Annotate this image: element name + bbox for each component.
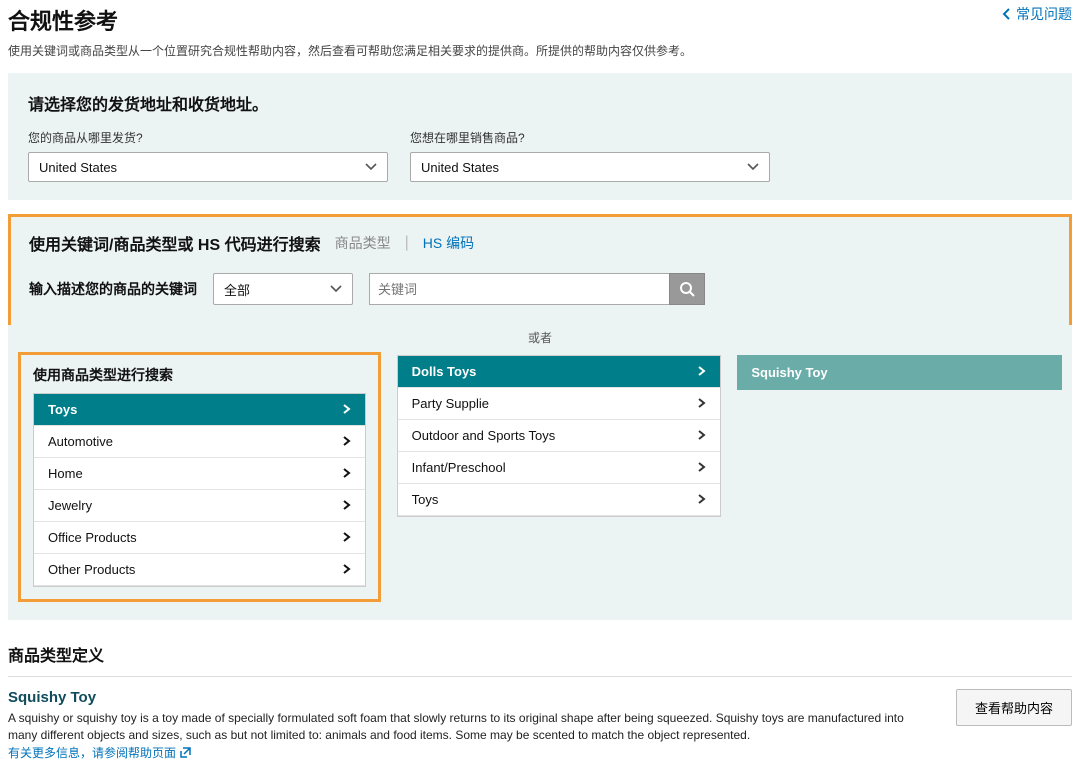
chevron-right-icon <box>343 563 351 577</box>
keyword-search-box: 使用关键词/商品类型或 HS 代码进行搜索 商品类型 | HS 编码 输入描述您… <box>8 214 1072 325</box>
search-icon <box>679 281 695 297</box>
keyword-search-title: 使用关键词/商品类型或 HS 代码进行搜索 <box>29 231 321 255</box>
list-item-label: Party Supplie <box>412 396 489 411</box>
tab-hs-code[interactable]: HS 编码 <box>423 233 474 253</box>
view-help-button[interactable]: 查看帮助内容 <box>956 689 1072 726</box>
list-item[interactable]: Infant/Preschool <box>398 452 721 484</box>
list-item[interactable]: Other Products <box>34 554 365 586</box>
page-subtitle: 使用关键词或商品类型从一个位置研究合规性帮助内容，然后查看可帮助您满足相关要求的… <box>8 42 1072 59</box>
chevron-right-icon <box>698 365 706 379</box>
chevron-right-icon <box>698 429 706 443</box>
list-item-label: Outdoor and Sports Toys <box>412 428 556 443</box>
location-panel-title: 请选择您的发货地址和收货地址。 <box>28 91 1052 115</box>
sell-to-value: United States <box>421 160 499 175</box>
browse-title: 使用商品类型进行搜索 <box>33 365 366 385</box>
chevron-right-icon <box>343 531 351 545</box>
sell-to-label: 您想在哪里销售商品? <box>410 129 770 146</box>
tab-category[interactable]: 商品类型 <box>335 233 391 253</box>
category-l1-list[interactable]: Toys Automotive Home Jewelry Office Products… <box>33 393 366 587</box>
list-item[interactable]: Office Products <box>34 522 365 554</box>
location-panel: 请选择您的发货地址和收货地址。 您的商品从哪里发货? United States… <box>8 73 1072 200</box>
more-info-label: 有关更多信息，请参阅帮助页面 <box>8 744 176 761</box>
search-panel: 使用关键词/商品类型或 HS 代码进行搜索 商品类型 | HS 编码 输入描述您… <box>8 214 1072 620</box>
list-item[interactable]: Automotive <box>34 426 365 458</box>
list-item-label: Other Products <box>48 562 135 577</box>
definition-section-title: 商品类型定义 <box>8 642 1072 666</box>
divider <box>8 676 1072 677</box>
category-browse-box: 使用商品类型进行搜索 Toys Automotive Home Jewelry Offi… <box>18 352 381 602</box>
faq-label: 常见问题 <box>1016 4 1072 24</box>
ship-from-select[interactable]: United States <box>28 152 388 182</box>
chevron-right-icon <box>698 397 706 411</box>
faq-link[interactable]: 常见问题 <box>1002 4 1072 24</box>
chevron-right-icon <box>698 493 706 507</box>
search-button[interactable] <box>669 273 705 305</box>
list-item-label: Automotive <box>48 434 113 449</box>
chevron-down-icon <box>330 285 342 293</box>
category-leaf: Squishy Toy <box>737 355 1062 390</box>
chevron-down-icon <box>365 163 377 171</box>
definition-name: Squishy Toy <box>8 689 936 706</box>
list-item[interactable]: Jewelry <box>34 490 365 522</box>
list-item[interactable]: Party Supplie <box>398 388 721 420</box>
list-item-label: Toys <box>48 402 77 417</box>
list-item-label: Jewelry <box>48 498 92 513</box>
list-item[interactable]: Outdoor and Sports Toys <box>398 420 721 452</box>
chevron-down-icon <box>747 163 759 171</box>
page-title: 合规性参考 <box>8 4 118 36</box>
ship-from-label: 您的商品从哪里发货? <box>28 129 388 146</box>
external-link-icon <box>180 747 191 758</box>
sell-to-select[interactable]: United States <box>410 152 770 182</box>
keyword-filter-value: 全部 <box>224 280 250 299</box>
keyword-input[interactable] <box>369 273 669 305</box>
chevron-left-icon <box>1002 8 1012 20</box>
definition-description: A squishy or squishy toy is a toy made o… <box>8 710 936 744</box>
tab-separator: | <box>405 234 409 252</box>
or-separator: 或者 <box>8 325 1072 348</box>
keyword-filter-select[interactable]: 全部 <box>213 273 353 305</box>
list-item[interactable]: Home <box>34 458 365 490</box>
ship-from-value: United States <box>39 160 117 175</box>
list-header[interactable]: Dolls Toys <box>398 356 721 388</box>
list-item-label: Home <box>48 466 83 481</box>
chevron-right-icon <box>343 499 351 513</box>
chevron-right-icon <box>343 435 351 449</box>
keyword-input-label: 输入描述您的商品的关键词 <box>29 279 197 299</box>
more-info-link[interactable]: 有关更多信息，请参阅帮助页面 <box>8 744 191 761</box>
list-item-label: Toys <box>412 492 439 507</box>
list-item-label: Office Products <box>48 530 137 545</box>
list-item[interactable]: Toys <box>398 484 721 516</box>
list-header-label: Dolls Toys <box>412 364 477 379</box>
list-item-label: Infant/Preschool <box>412 460 506 475</box>
chevron-right-icon <box>343 403 351 417</box>
category-l2-list[interactable]: Dolls Toys Party Supplie Outdoor and Sport… <box>397 355 722 517</box>
selected-leaf-tag[interactable]: Squishy Toy <box>737 355 1062 390</box>
list-item[interactable]: Toys <box>34 394 365 426</box>
chevron-right-icon <box>343 467 351 481</box>
chevron-right-icon <box>698 461 706 475</box>
